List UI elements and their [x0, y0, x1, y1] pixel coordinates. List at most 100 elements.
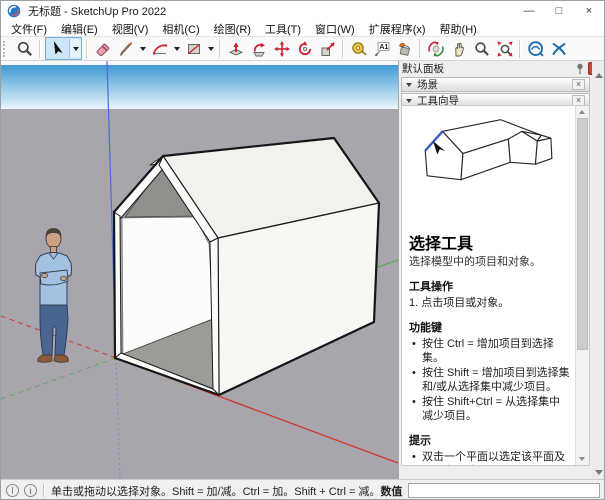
search-tool-button[interactable] [13, 38, 36, 59]
search-icon [16, 40, 34, 58]
orbit-icon [427, 40, 445, 58]
follow-me-tool-button[interactable] [247, 38, 270, 59]
toolbar-separator [39, 40, 41, 58]
toolbar-grip[interactable] [3, 41, 10, 57]
instructor-subtitle: 选择模型中的项目和对象。 [409, 256, 571, 269]
scale-icon [319, 40, 337, 58]
section-scenes[interactable]: 场景 × [401, 77, 590, 92]
move-tool-button[interactable] [270, 38, 293, 59]
operation-step: 1. 点击项目或对象。 [409, 296, 571, 310]
rectangle-icon [185, 40, 203, 58]
scroll-up-icon[interactable] [579, 110, 585, 114]
maximize-button[interactable]: □ [544, 1, 574, 21]
tape-measure-icon [350, 40, 368, 58]
section-scenes-label: 场景 [417, 77, 438, 92]
rotate-tool-button[interactable] [293, 38, 316, 59]
svg-text:A1: A1 [379, 44, 388, 51]
function-keys-title: 功能键 [409, 319, 571, 335]
geolocation-status-icon[interactable] [6, 484, 19, 497]
menu-extensions[interactable]: 扩展程序(x) [362, 21, 433, 37]
pencil-icon [117, 40, 135, 58]
toolbar-separator [519, 40, 521, 58]
menu-camera[interactable]: 相机(C) [155, 21, 206, 37]
text-icon: A1 [373, 40, 391, 58]
eraser-icon [94, 40, 112, 58]
default-tray-panel: 默认面板 × 场景 × 工具向导 × [398, 61, 605, 479]
minimize-button[interactable]: — [514, 1, 544, 21]
menu-draw[interactable]: 绘图(R) [207, 21, 258, 37]
tips-title: 提示 [409, 432, 571, 448]
line-tool-dropdown[interactable] [137, 38, 148, 59]
chevron-down-icon [140, 47, 146, 51]
tray-scroll-strip[interactable] [592, 61, 605, 479]
text-tool-button[interactable]: A1 [370, 38, 393, 59]
pin-icon[interactable] [575, 63, 585, 75]
menu-window[interactable]: 窗口(W) [308, 21, 362, 37]
list-item: 按住 Ctrl = 增加项目到选择集。 [422, 337, 571, 365]
select-tool-dropdown[interactable] [69, 39, 81, 58]
zoom-extents-icon [496, 40, 514, 58]
chevron-down-icon [406, 83, 412, 87]
list-item: 按住 Shift+Ctrl = 从选择集中减少项目。 [422, 395, 571, 423]
tray-scroll-down-icon[interactable] [595, 470, 603, 475]
arc-tool-button[interactable] [148, 38, 171, 59]
eraser-tool-button[interactable] [91, 38, 114, 59]
arc-icon [151, 40, 169, 58]
tray-scroll-up-icon[interactable] [595, 73, 603, 78]
menu-edit[interactable]: 编辑(E) [54, 21, 105, 37]
push-pull-tool-button[interactable] [224, 38, 247, 59]
extension-warehouse-icon [550, 40, 568, 58]
warehouse-tool-button[interactable] [524, 38, 547, 59]
list-item: 双击一个平面以选定该平面及其所有边线。 [422, 450, 571, 465]
sketchup-logo-icon [7, 4, 21, 18]
menu-file[interactable]: 文件(F) [4, 21, 54, 37]
select-tool-button[interactable] [46, 38, 69, 59]
info-icon[interactable]: i [24, 484, 37, 497]
instructor-house-illustration [415, 112, 565, 228]
sky-top-strip [1, 61, 398, 65]
shapes-tool-button[interactable] [182, 38, 205, 59]
shapes-tool-dropdown[interactable] [205, 38, 216, 59]
function-keys-list: 按住 Ctrl = 增加项目到选择集。 按住 Shift = 增加项目到选择集和… [409, 337, 571, 423]
chevron-down-icon [406, 99, 412, 103]
zoom-extents-tool-button[interactable] [493, 38, 516, 59]
measurements-input[interactable] [408, 483, 600, 498]
orbit-tool-button[interactable] [424, 38, 447, 59]
statusbar: i 单击或拖动以选择对象。Shift = 加/减。Ctrl = 加。Shift … [1, 479, 604, 500]
menu-tools[interactable]: 工具(T) [258, 21, 308, 37]
list-item: 按住 Shift = 增加项目到选择集和/或从选择集中减少项目。 [422, 366, 571, 394]
statusbar-separator [43, 484, 45, 497]
section-close-icon[interactable]: × [572, 79, 585, 90]
paint-bucket-icon [396, 40, 414, 58]
sky [1, 65, 398, 109]
status-message: 单击或拖动以选择对象。Shift = 加/减。Ctrl = 加。Shift + … [51, 483, 380, 499]
3d-warehouse-icon [527, 40, 545, 58]
move-icon [273, 40, 291, 58]
viewport-canvas[interactable] [1, 61, 398, 479]
follow-me-icon [250, 40, 268, 58]
zoom-tool-button[interactable] [470, 38, 493, 59]
instructor-scrollbar[interactable] [575, 106, 589, 465]
tape-measure-tool-button[interactable] [347, 38, 370, 59]
arc-tool-dropdown[interactable] [171, 38, 182, 59]
chevron-down-icon [208, 47, 214, 51]
select-arrow-icon [49, 40, 67, 58]
paint-bucket-tool-button[interactable] [393, 38, 416, 59]
menu-help[interactable]: 帮助(H) [433, 21, 484, 37]
titlebar: 无标题 - SketchUp Pro 2022 — □ × [1, 1, 604, 21]
menu-view[interactable]: 视图(V) [105, 21, 156, 37]
scale-tool-button[interactable] [316, 38, 339, 59]
measurements-label: 数值 [380, 483, 402, 499]
scroll-down-icon[interactable] [579, 457, 585, 461]
scrollbar-thumb[interactable] [577, 118, 588, 350]
toolbar: A1 [1, 37, 604, 61]
close-button[interactable]: × [574, 1, 604, 21]
extension-warehouse-tool-button[interactable] [547, 38, 570, 59]
pan-tool-button[interactable] [447, 38, 470, 59]
toolbar-separator [342, 40, 344, 58]
model-scene [1, 61, 398, 479]
chevron-down-icon [174, 47, 180, 51]
toolbar-separator [219, 40, 221, 58]
line-tool-button[interactable] [114, 38, 137, 59]
window-title: 无标题 - SketchUp Pro 2022 [28, 3, 166, 19]
